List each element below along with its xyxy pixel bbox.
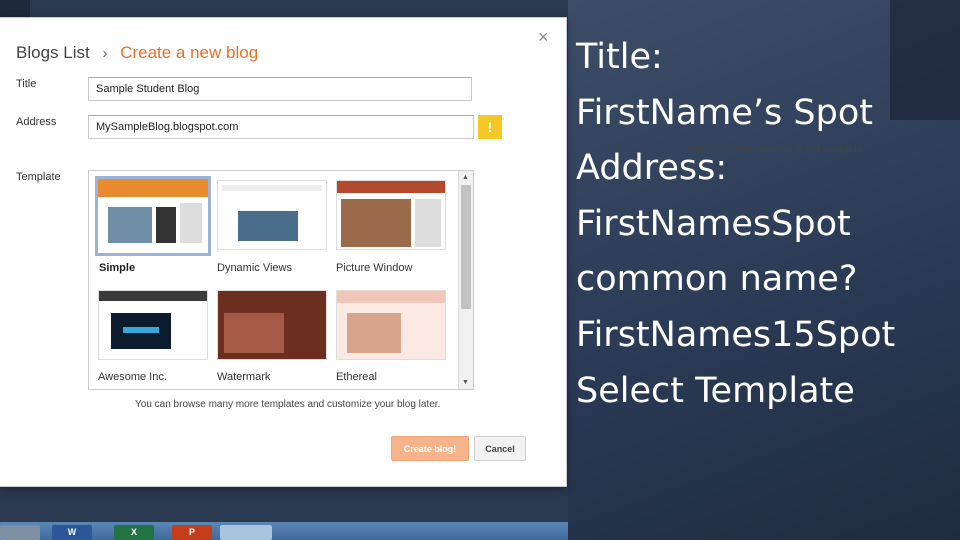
powerpoint-icon[interactable]: P [172,525,212,540]
slide-line: Address: [576,148,728,189]
template-name-watermark: Watermark [217,371,271,383]
slide-line: FirstName’s Spot [576,92,873,133]
slide-line: common name? [576,259,858,300]
excel-icon[interactable]: X [114,525,154,540]
address-input[interactable]: MySampleBlog.blogspot.com [88,115,474,139]
template-name-picture-window: Picture Window [336,262,413,274]
template-thumbnail-ethereal[interactable] [336,290,446,360]
template-thumbnail-awesome-inc[interactable] [98,290,208,360]
breadcrumb-blogs-list-link[interactable]: Blogs List [16,43,90,62]
title-label: Title [16,78,37,90]
warning-icon: ! [478,115,502,139]
cancel-button[interactable]: Cancel [474,436,526,461]
close-icon[interactable]: × [538,28,549,46]
create-blog-button[interactable]: Create blog! [391,436,469,461]
breadcrumb-separator: › [102,45,108,62]
word-icon[interactable]: W [52,525,92,540]
template-name-ethereal: Ethereal [336,371,377,383]
paint-icon[interactable] [220,525,272,540]
slide-decoration [890,0,960,120]
address-label: Address [16,116,57,128]
template-label: Template [16,171,61,183]
start-icon[interactable] [0,525,40,540]
template-thumbnail-simple[interactable] [95,176,211,256]
slide-line: Title: [576,37,663,77]
scroll-up-icon[interactable]: ▲ [462,174,469,181]
slide-line: Select Template [576,370,855,411]
template-scrollbar[interactable]: ▲ ▼ [458,171,473,389]
taskbar: W X P [0,522,568,540]
slide-line: FirstNames15Spot [576,314,896,355]
template-name-simple: Simple [99,262,136,274]
scroll-down-icon[interactable]: ▼ [462,379,469,386]
breadcrumb: Blogs List › Create a new blog [16,43,258,63]
scrollbar-thumb[interactable] [461,185,471,309]
template-thumbnail-dynamic-views[interactable] [217,180,327,250]
title-input[interactable]: Sample Student Blog [88,77,472,101]
template-name-dynamic-views: Dynamic Views [217,262,292,274]
slide-line: FirstNamesSpot [576,203,851,244]
template-thumbnail-picture-window[interactable] [336,180,446,250]
slide-text: Title: FirstName’s Spot Address: FirstNa… [576,30,895,419]
template-name-awesome-inc: Awesome Inc. [98,371,167,383]
breadcrumb-current: Create a new blog [120,43,259,62]
template-thumbnail-watermark[interactable] [217,290,327,360]
browse-templates-note: You can browse many more templates and c… [135,399,441,410]
